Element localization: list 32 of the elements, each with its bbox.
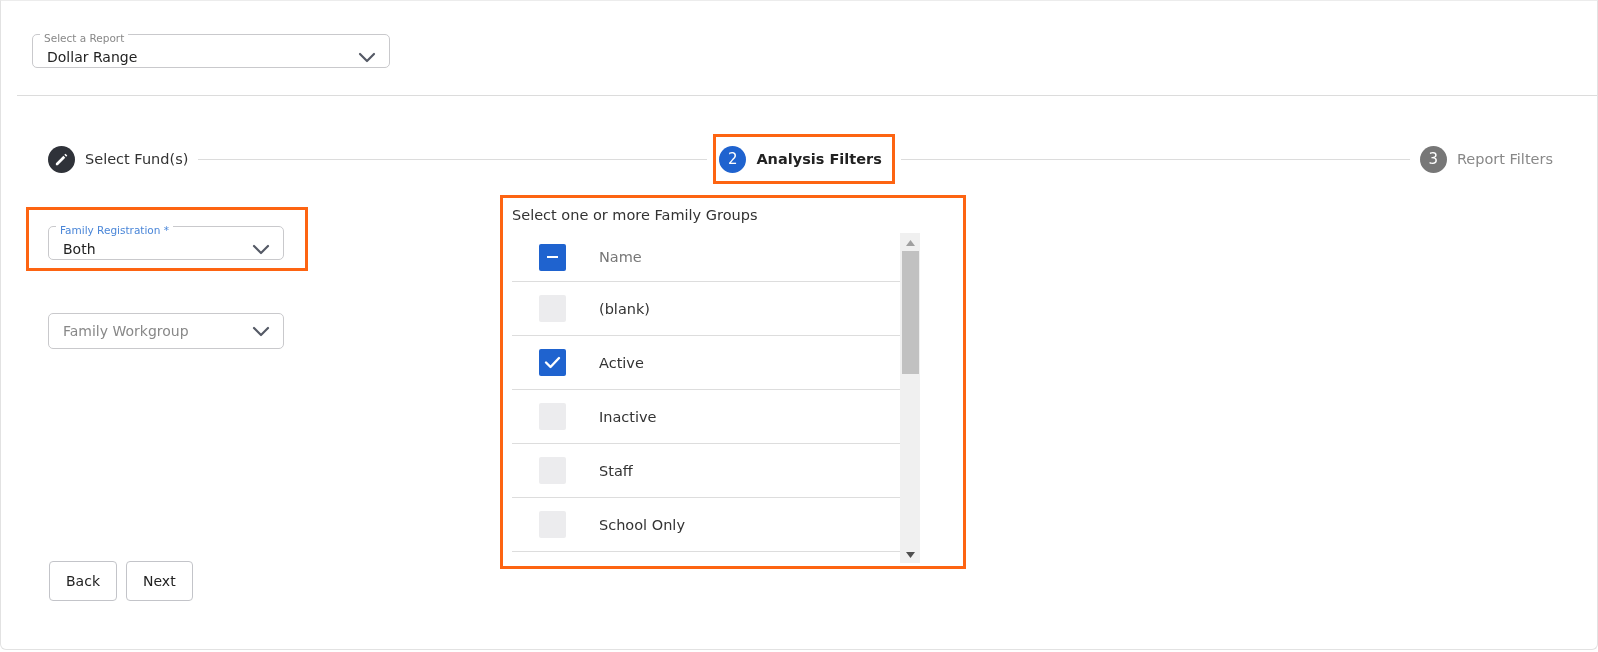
scroll-down-arrow-icon (905, 552, 915, 558)
family-registration-select[interactable]: Family Registration * Both (48, 219, 284, 260)
list-item-label[interactable]: Staff (599, 462, 633, 479)
chevron-down-icon (252, 325, 270, 337)
chevron-down-icon (252, 243, 270, 255)
step-number: 2 (719, 145, 747, 173)
report-select[interactable]: Select a Report Dollar Range (32, 27, 390, 68)
select-all-checkbox[interactable] (539, 243, 566, 271)
step-label[interactable]: Select Fund(s) (85, 151, 189, 167)
family-workgroup-select[interactable]: Family Workgroup (48, 313, 284, 349)
column-header: Name (599, 249, 642, 265)
field-label: Select a Report (40, 31, 129, 45)
step-number: 3 (1419, 145, 1447, 173)
field-value: Both (63, 241, 96, 257)
nav-button[interactable]: Back (49, 561, 117, 601)
checkbox[interactable] (539, 349, 566, 376)
field-placeholder: Family Workgroup (63, 323, 189, 339)
checkmark-icon (544, 354, 561, 371)
minus-icon (547, 256, 558, 258)
list-item-label[interactable]: Active (599, 354, 644, 371)
chevron-down-icon (358, 51, 376, 63)
list-item-label[interactable]: (blank) (599, 300, 651, 317)
list-item-label[interactable]: Inactive (599, 408, 657, 425)
list-title: Select one or more Family Groups (512, 207, 759, 223)
nav-button[interactable]: Next (126, 561, 193, 601)
field-label: Family Registration * (56, 223, 174, 237)
step-label[interactable]: Report Filters (1456, 151, 1553, 167)
list-item-label[interactable]: School Only (599, 516, 685, 533)
field-value: Dollar Range (47, 49, 138, 65)
scroll-up-arrow-icon (905, 240, 915, 246)
scrollbar[interactable] (900, 233, 920, 563)
step-label[interactable]: Analysis Filters (756, 151, 882, 167)
